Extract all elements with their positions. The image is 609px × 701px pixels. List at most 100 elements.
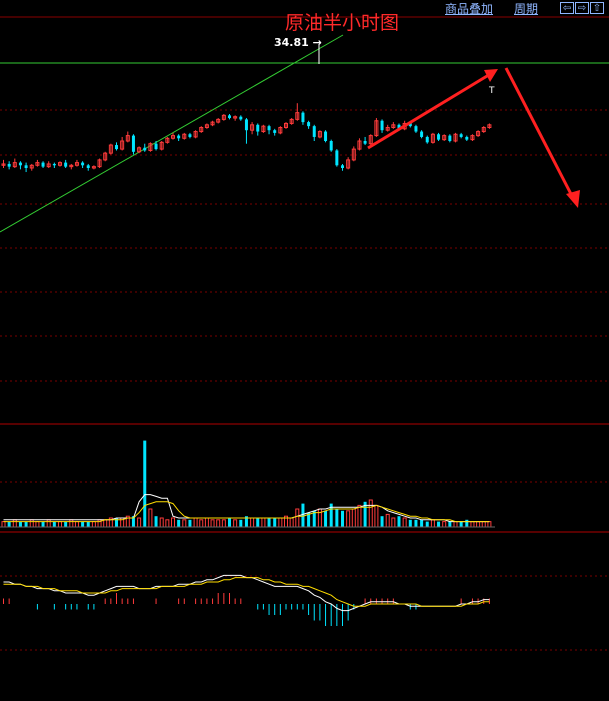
volume-bar [295,508,300,528]
volume-bar [188,519,192,527]
candle-body [425,136,429,143]
volume-bar [301,503,305,527]
volume-bar [1,521,6,528]
candle-body [459,134,463,137]
toolbar-nav: ⇦ ⇨ ⇧ [559,0,604,16]
volume-bar [81,521,85,527]
down-arrowhead [566,190,580,208]
candle-body [341,165,344,168]
volume-bar [442,521,447,528]
candle-body [228,115,231,119]
volume-bar [154,516,158,527]
volume-bar [182,519,187,528]
volume-bar [103,519,108,528]
candle-body [115,145,118,150]
candle-body [7,163,11,167]
t-marker-label: T [489,86,495,96]
volume-bar [74,521,79,528]
volume-bar [193,517,198,528]
volume-bar [216,519,221,528]
overlay-button[interactable]: 商品叠加 [445,0,493,17]
volume-bar [159,517,164,528]
candle-body [81,162,85,166]
volume-bar [69,519,74,528]
volume-bar [91,521,96,528]
candle-body [301,112,305,123]
candle-body [307,122,311,127]
volume-bar [29,519,34,528]
volume-bar [165,519,170,528]
volume-bar [137,517,142,528]
volume-bar [430,519,435,528]
candlestick-chart [0,16,609,651]
chart-title: 原油半小时图 [285,12,400,34]
volume-bar [210,519,215,528]
volume-bar [420,519,424,527]
volume-bar [273,518,277,527]
volume-bar [41,521,45,527]
candle-body [239,116,243,120]
arrow-up-icon[interactable]: ⇧ [590,2,604,14]
candle-body [52,163,56,166]
volume-bar [453,521,458,528]
volume-bar [368,499,373,528]
volume-bar [35,521,40,528]
volume-bar [256,518,260,527]
volume-bar [408,519,412,527]
candle-body [335,150,339,166]
volume-bar [414,519,418,527]
volume-bar [267,518,271,527]
candle-body [18,162,22,166]
period-button[interactable]: 周期 [514,0,538,17]
volume-bar [233,519,238,528]
volume-bar [199,519,204,528]
candle-body [177,135,181,139]
candle-body [324,131,328,141]
candle-body [143,147,147,151]
volume-bar [86,521,90,527]
volume-bar [278,517,283,528]
candle-body [244,119,248,131]
volume-bar [221,519,226,528]
candle-body [131,135,135,152]
candle-body [273,130,277,133]
candle-body [267,126,271,131]
volume-bar [171,517,175,528]
volume-bar [12,519,17,528]
candle-body [86,165,90,168]
candle-body [380,120,384,131]
volume-bar [402,517,407,528]
volume-bar [448,521,452,527]
volume-bar [397,516,401,527]
volume-bar [58,521,62,528]
arrow-right-icon[interactable]: ⇨ [575,2,589,14]
volume-bar [46,519,51,528]
volume-bar [261,517,266,528]
volume-bar [391,517,396,528]
macd-dif-line [3,574,490,612]
volume-bar [52,521,56,527]
volume-bar [335,509,339,527]
candle-body [448,135,452,141]
volume-bar [476,521,481,528]
high-price-label: 34.81 → [274,36,322,49]
toolbar-period: 周期 [514,0,538,16]
volume-bar [7,521,11,527]
volume-bar [317,508,322,528]
volume-bar [64,521,68,527]
volume-bar [18,521,22,527]
volume-bar [346,510,351,528]
volume-bar [465,519,469,527]
volume-bar [481,521,486,528]
volume-bar [470,521,475,528]
volume-bar [374,504,379,528]
volume-bar [148,508,153,528]
volume-bar [341,510,344,527]
arrow-left-icon[interactable]: ⇦ [560,2,574,14]
candle-body [312,126,316,137]
down-arrow-shaft [504,67,574,197]
volume-bar [385,513,390,528]
volume-bar [228,518,231,527]
volume-bar [357,504,362,528]
volume-bar [437,521,441,527]
